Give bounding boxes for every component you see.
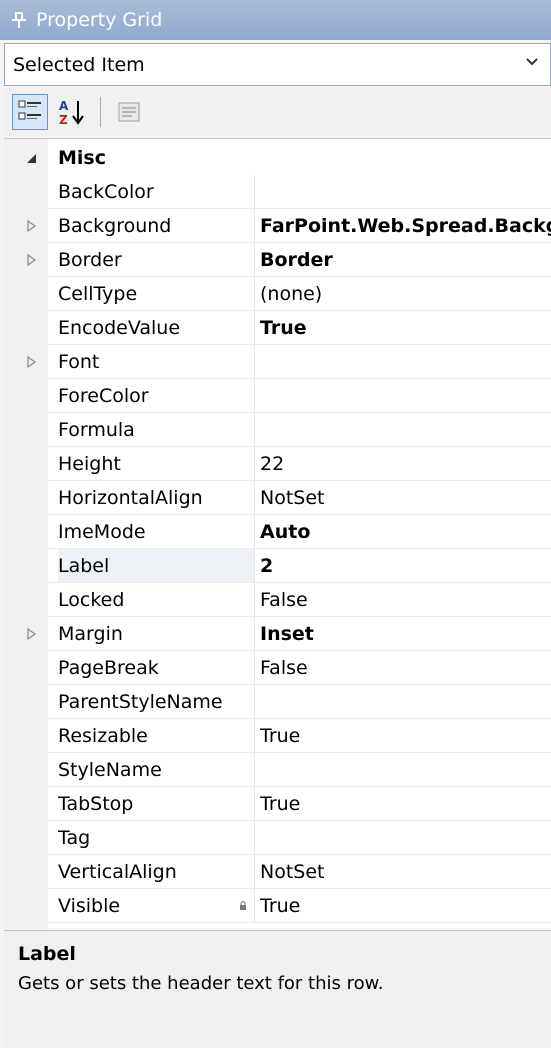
- category-row-misc[interactable]: Misc: [4, 141, 551, 175]
- svg-text:Z: Z: [59, 113, 68, 127]
- selected-object-dropdown[interactable]: Selected Item: [4, 43, 551, 86]
- description-text: Gets or sets the header text for this ro…: [18, 973, 384, 994]
- property-name: Margin: [58, 623, 123, 645]
- alphabetical-button[interactable]: A Z: [54, 94, 90, 130]
- description-title: Label: [18, 943, 76, 965]
- property-name: Background: [58, 215, 172, 237]
- property-value[interactable]: True: [260, 719, 551, 753]
- property-value[interactable]: Inset: [260, 617, 551, 651]
- property-name: VerticalAlign: [58, 861, 177, 883]
- property-row[interactable]: VerticalAlign NotSet: [4, 855, 551, 889]
- property-value[interactable]: (none): [260, 277, 551, 311]
- property-name: StyleName: [58, 759, 162, 781]
- property-name: Locked: [58, 589, 125, 611]
- property-row[interactable]: Font: [4, 345, 551, 379]
- property-grid: Misc BackColor Background FarPoint.Web.S…: [4, 138, 551, 929]
- window-title: Property Grid: [36, 9, 163, 31]
- property-value[interactable]: 22: [260, 447, 551, 481]
- title-bar: Property Grid: [0, 0, 551, 40]
- property-value[interactable]: Auto: [260, 515, 551, 549]
- property-name: Visible: [58, 895, 121, 917]
- property-row[interactable]: Locked False: [4, 583, 551, 617]
- property-row[interactable]: Formula: [4, 413, 551, 447]
- collapse-icon[interactable]: [24, 151, 38, 165]
- property-row[interactable]: EncodeValue True: [4, 311, 551, 345]
- property-value[interactable]: [260, 685, 551, 719]
- property-row-selected[interactable]: Label 2: [4, 549, 551, 583]
- property-name: EncodeValue: [58, 317, 181, 339]
- property-value[interactable]: False: [260, 583, 551, 617]
- property-row[interactable]: ForeColor: [4, 379, 551, 413]
- property-name: Tag: [58, 827, 91, 849]
- property-name: BackColor: [58, 181, 154, 203]
- property-name: PageBreak: [58, 657, 159, 679]
- property-name: TabStop: [58, 793, 134, 815]
- property-row[interactable]: Margin Inset: [4, 617, 551, 651]
- property-name: Resizable: [58, 725, 148, 747]
- categorized-button[interactable]: [12, 94, 48, 130]
- property-value[interactable]: NotSet: [260, 855, 551, 889]
- property-pages-button[interactable]: [111, 94, 147, 130]
- property-row[interactable]: HorizontalAlign NotSet: [4, 481, 551, 515]
- property-row[interactable]: CellType (none): [4, 277, 551, 311]
- property-row[interactable]: PageBreak False: [4, 651, 551, 685]
- property-row[interactable]: TabStop True: [4, 787, 551, 821]
- property-value[interactable]: True: [260, 787, 551, 821]
- property-value[interactable]: False: [260, 651, 551, 685]
- property-value[interactable]: [260, 175, 551, 209]
- property-value[interactable]: 2: [260, 549, 551, 583]
- property-row[interactable]: Border Border: [4, 243, 551, 277]
- property-name: ParentStyleName: [58, 691, 223, 713]
- property-value[interactable]: FarPoint.Web.Spread.Backg: [260, 209, 551, 243]
- property-row[interactable]: Height 22: [4, 447, 551, 481]
- property-value[interactable]: Border: [260, 243, 551, 277]
- property-value[interactable]: [260, 413, 551, 447]
- chevron-down-icon[interactable]: [524, 54, 540, 70]
- property-value[interactable]: [260, 821, 551, 855]
- expand-icon[interactable]: [24, 219, 38, 233]
- expand-icon[interactable]: [24, 627, 38, 641]
- property-row[interactable]: ImeMode Auto: [4, 515, 551, 549]
- lock-icon: [240, 901, 246, 910]
- property-pages-icon: [118, 102, 140, 122]
- property-row[interactable]: StyleName: [4, 753, 551, 787]
- property-row[interactable]: Resizable True: [4, 719, 551, 753]
- property-value[interactable]: [260, 379, 551, 413]
- property-name: ImeMode: [58, 521, 146, 543]
- property-row[interactable]: Tag: [4, 821, 551, 855]
- selected-object-value: Selected Item: [13, 53, 145, 76]
- property-value[interactable]: True: [260, 889, 551, 923]
- property-value[interactable]: NotSet: [260, 481, 551, 515]
- toolbar-separator: [100, 97, 101, 127]
- property-name: Label: [58, 549, 254, 583]
- property-name: Font: [58, 351, 100, 373]
- expand-icon[interactable]: [24, 253, 38, 267]
- alphabetical-sort-icon: A Z: [59, 99, 84, 127]
- expand-icon[interactable]: [24, 355, 38, 369]
- property-name: ForeColor: [58, 385, 149, 407]
- category-label: Misc: [58, 147, 106, 169]
- property-row[interactable]: BackColor: [4, 175, 551, 209]
- description-panel: Label Gets or sets the header text for t…: [4, 930, 551, 1048]
- property-name: Border: [58, 249, 122, 271]
- property-name: Formula: [58, 419, 135, 441]
- property-value[interactable]: [260, 753, 551, 787]
- categorized-icon: [18, 100, 41, 120]
- svg-text:A: A: [59, 99, 69, 113]
- property-name: Height: [58, 453, 121, 475]
- property-row[interactable]: Background FarPoint.Web.Spread.Backg: [4, 209, 551, 243]
- toolbar: A Z: [4, 88, 551, 136]
- property-name: CellType: [58, 283, 138, 305]
- property-value[interactable]: [260, 345, 551, 379]
- property-row[interactable]: Visible True: [4, 889, 551, 923]
- property-name: HorizontalAlign: [58, 487, 203, 509]
- property-row[interactable]: ParentStyleName: [4, 685, 551, 719]
- property-value[interactable]: True: [260, 311, 551, 345]
- pin-icon[interactable]: [12, 11, 26, 29]
